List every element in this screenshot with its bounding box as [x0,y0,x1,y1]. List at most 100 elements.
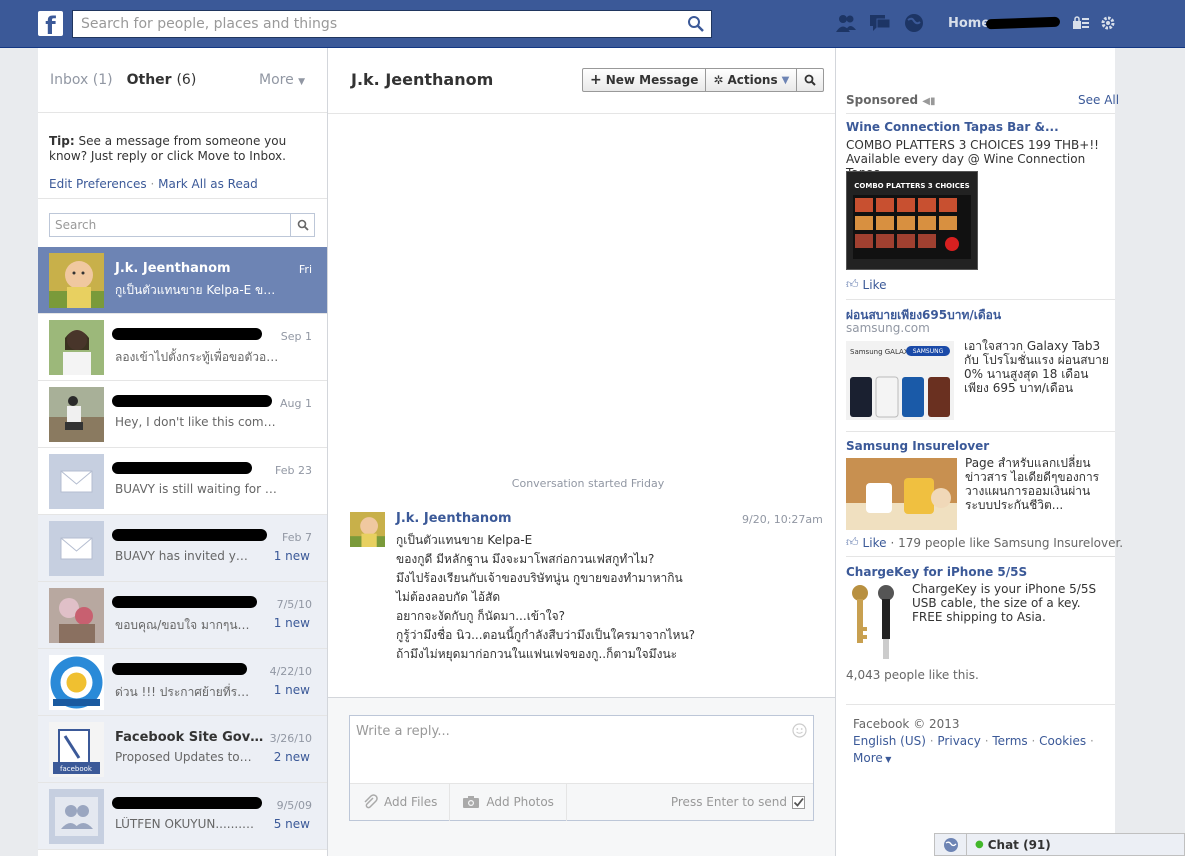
thread-item[interactable]: facebook Facebook Site Gove... 3/26/10 P… [38,716,327,783]
friend-requests-icon[interactable] [834,12,858,34]
thread-date: 3/26/10 [269,732,312,745]
message-avatar[interactable] [350,512,385,547]
thread-name: J.k. Jeenthanom [115,261,231,276]
ad-title[interactable]: ChargeKey for iPhone 5/5S [846,565,1027,579]
new-count-badge: 5 new [273,817,310,831]
search-conversation-button[interactable] [797,69,823,91]
chevron-down-icon: ▼ [298,77,306,87]
message-line: กูรู้ว่ามึงชื่อ นิว...ตอนนี้กูกำลังสืบว่… [396,628,696,642]
privacy-link[interactable]: Privacy [937,734,980,748]
conversation-title[interactable]: J.k. Jeenthanom [351,70,493,89]
gear-icon: ✲ [713,73,724,87]
see-all-link[interactable]: See All [1078,93,1119,107]
new-message-button[interactable]: + New Message [583,69,707,91]
account-icons [1072,15,1116,34]
home-link[interactable]: Home [948,16,990,31]
thread-item[interactable]: Aug 1 Hey, I don't like this comme... [38,381,327,448]
mark-all-read-link[interactable]: Mark All as Read [158,177,258,191]
message-author[interactable]: J.k. Jeenthanom [396,511,512,526]
ad-like-button[interactable]: 👍︎ Like [846,277,886,292]
message-line: กูเป็นตัวแทนขาย Kelpa-E [396,533,533,547]
avatar [49,253,104,308]
ad-title[interactable]: Wine Connection Tapas Bar &... [846,120,1059,134]
ad-image[interactable] [846,583,906,663]
chat-button[interactable]: ● Chat (91) [967,838,1051,852]
ad-domain: samsung.com [846,321,930,335]
new-count-badge: 1 new [273,616,310,630]
thread-item[interactable]: 4/22/10 ด่วน !!! ประกาศย้ายที่รวมพลช่...… [38,649,327,716]
more-footer-link[interactable]: More [853,751,883,765]
divider [846,556,1115,557]
reply-input[interactable] [350,716,790,776]
search-icon[interactable] [687,15,705,36]
message-line: มึงไปร้องเรียนกับเจ้าของบริษัทนู่น กูขาย… [396,571,683,585]
ad-text: เอาใจสาวก Galaxy Tab3 กับ โปรโมชั่นแรง ผ… [964,339,1109,395]
press-enter-toggle[interactable]: Press Enter to send [671,795,805,809]
notifications-globe-icon[interactable] [902,12,926,34]
add-photos-button[interactable]: Add Photos [450,783,567,821]
megaphone-icon: ◀▮ [922,96,936,107]
thread-snippet: ด่วน !!! ประกาศย้ายที่รวมพลช่... [115,685,255,699]
thread-snippet: ขอบคุณ/ขอบใจ มากๆนะครับ... [115,618,255,632]
facebook-logo[interactable]: f [38,11,63,36]
settings-gear-icon[interactable] [1100,15,1116,34]
cookies-link[interactable]: Cookies [1039,734,1086,748]
avatar [49,655,104,710]
thread-snippet: LÜTFEN OKUYUN........ • S... [115,817,255,831]
tip-text: Tip: See a message from someone you know… [49,134,287,163]
message-search-input[interactable] [50,214,290,236]
ad-image[interactable]: Samsung GALAXY S4 SAMSUNG [846,341,954,420]
ad-image[interactable] [846,458,957,530]
chevron-down-icon: ▼ [882,755,892,764]
thread-snippet: กูเป็นตัวแทนขาย Kelpa-E ของ... [115,283,280,297]
add-files-button[interactable]: Add Files [350,783,451,821]
thread-item[interactable]: 7/5/10 ขอบคุณ/ขอบใจ มากๆนะครับ... 1 new [38,582,327,649]
reply-toolbar: Add Files Add Photos Press Enter to send [350,783,813,821]
thread-date: 9/5/09 [276,799,312,812]
language-link[interactable]: English (US) [853,734,926,748]
tab-inbox[interactable]: Inbox (1) [50,72,113,88]
edit-preferences-link[interactable]: Edit Preferences [49,177,147,191]
conversation-toolbar: + New Message ✲ Actions ▼ [582,68,825,92]
redaction-mark [112,462,252,474]
tab-other[interactable]: Other (6) [127,72,197,88]
ad-like-button[interactable]: Like [863,536,887,550]
key-image [852,585,894,659]
footer: Facebook © 2013 English (US) · Privacy ·… [853,717,1094,765]
messages-icon[interactable] [868,12,892,34]
emoticon-icon[interactable] [792,723,807,741]
ad-image[interactable]: COMBO PLATTERS 3 CHOICES [846,171,978,270]
redaction-mark [112,663,247,675]
ad-title[interactable]: Samsung Insurelover [846,439,989,453]
thread-item[interactable]: Sep 1 ลองเข้าไปตั้งกระทู้เพื่อขอตัวอย่..… [38,314,327,381]
redaction-mark [112,797,262,809]
thread-date: Fri [298,263,312,276]
divider [38,112,327,113]
thread-name: Facebook Site Gove... [115,730,267,745]
redaction-mark [112,395,272,407]
envelope-icon [49,454,104,509]
global-search-input[interactable] [73,11,673,37]
privacy-shortcuts-icon[interactable] [1072,15,1090,34]
checkbox-checked-icon [792,795,805,809]
message-search [49,213,315,237]
thread-snippet: Proposed Updates to Faceb... [115,750,255,764]
sponsored-header: Sponsored ◀▮ [846,93,936,107]
more-dropdown[interactable]: More ▼ [259,72,305,88]
notification-icons [834,12,926,34]
actions-dropdown[interactable]: ✲ Actions ▼ [706,69,798,91]
thread-item[interactable]: Feb 23 BUAVY is still waiting for yo... [38,448,327,515]
food-platter-image [853,195,971,259]
thread-item[interactable]: Feb 7 BUAVY has invited you to j... 1 ne… [38,515,327,582]
new-count-badge: 1 new [273,549,310,563]
thread-item[interactable]: 9/5/09 LÜTFEN OKUYUN........ • S... 5 ne… [38,783,327,850]
message-line: ของกูดี มีหลักฐาน มึงจะมาโพสก่อกวนเฟสกูท… [396,552,655,566]
search-button[interactable] [290,214,314,236]
terms-link[interactable]: Terms [992,734,1027,748]
thumbs-up-icon: 👍︎ [846,277,859,291]
thread-item-selected[interactable]: J.k. Jeenthanom Fri กูเป็นตัวแทนขาย Kelp… [38,247,327,314]
folder-tabs: Inbox (1) Other (6) More ▼ [50,72,320,88]
redaction-mark [112,596,257,608]
message-line: ไม่ต้องลอบกัด ไอ้สัด [396,590,501,604]
globe-icon[interactable] [935,833,967,856]
